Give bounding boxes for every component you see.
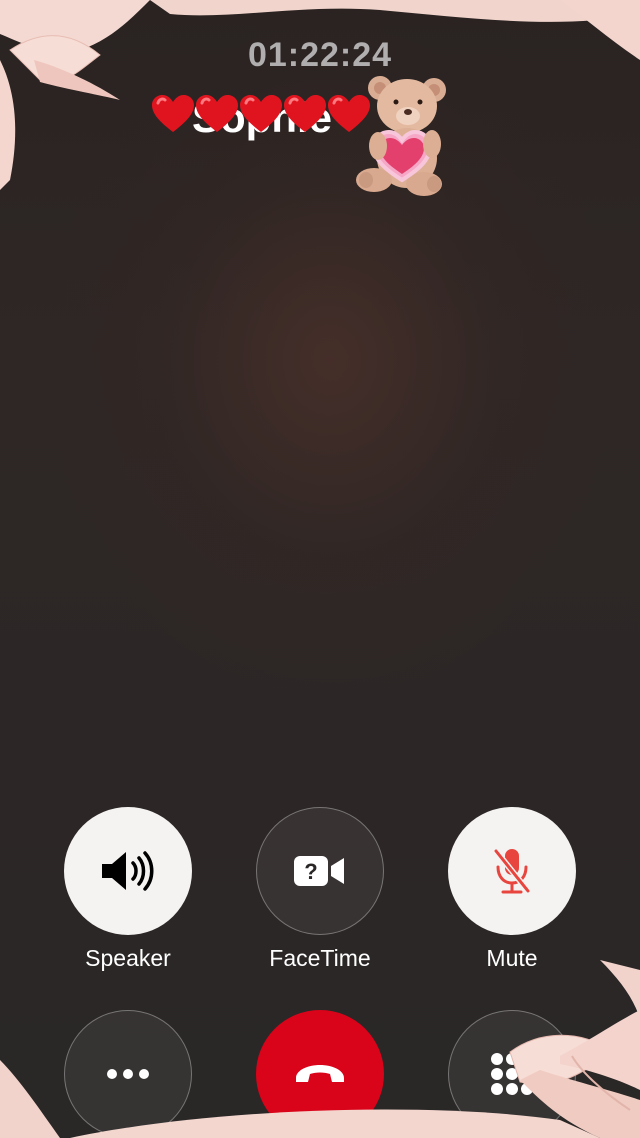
hearts-sticker-row [150,94,370,134]
heart-icon [196,95,238,132]
heart-icon [240,95,282,132]
facetime-unavailable-icon: ? [294,856,344,886]
speaker-icon [102,851,154,891]
more-button[interactable] [64,1010,192,1138]
more-icon [107,1069,149,1079]
keypad-button[interactable] [448,1010,576,1138]
mute-label: Mute [486,945,538,971]
speaker-label: Speaker [85,945,171,971]
mic-muted-icon [493,848,531,894]
call-duration-timer: 01:22:24 [247,36,393,74]
heart-icon [284,95,326,132]
mute-button[interactable] [448,807,576,935]
keypad-icon [491,1053,533,1095]
call-screen: 01:22:24 Sophie [0,0,640,1138]
speaker-button[interactable] [64,807,192,935]
teddy-bear-sticker [356,76,446,196]
svg-text:?: ? [304,859,317,884]
end-call-icon [296,1065,344,1082]
end-call-button[interactable] [256,1010,384,1138]
heart-icon [152,95,194,132]
facetime-button[interactable]: ? [256,807,384,935]
facetime-label: FaceTime [269,945,371,971]
